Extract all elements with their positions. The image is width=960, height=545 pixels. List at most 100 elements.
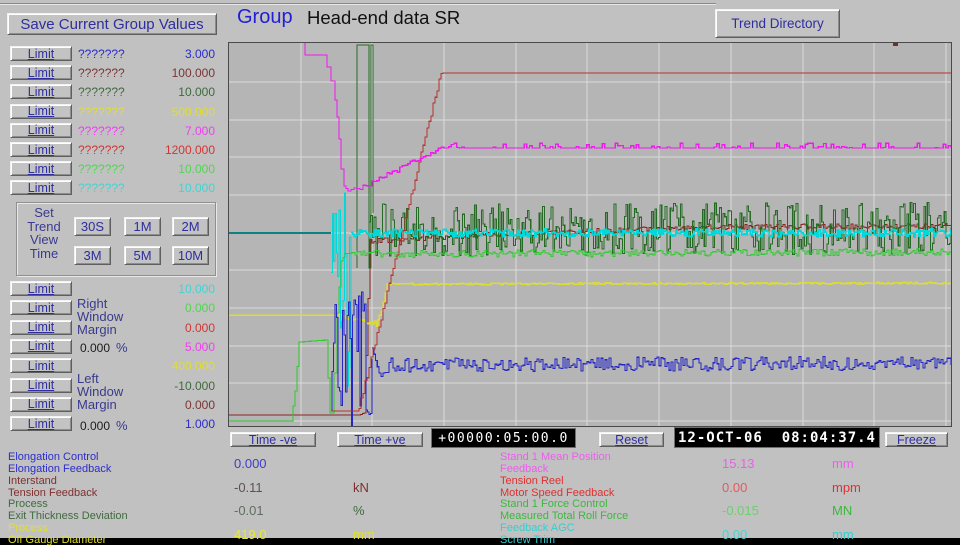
limit-value: 0.000	[118, 321, 215, 335]
reset-button[interactable]: Reset	[599, 432, 664, 447]
set-trend-view-time-line: Trend	[22, 220, 66, 234]
limit-value: 500.000	[118, 105, 215, 119]
legend-signal-name: Stand 1 Mean PositionFeedback	[500, 452, 611, 475]
legend-signal-name: Stand 1 Force ControlMeasured Total Roll…	[500, 499, 628, 522]
legend-line1: Feedback AGC	[500, 523, 575, 535]
limit-value: 10.000	[118, 181, 215, 195]
trend-view-time-button[interactable]: 3M	[74, 246, 111, 265]
limit-value: 10.000	[118, 85, 215, 99]
limit-button[interactable]: Limit	[10, 161, 72, 176]
legend-line1: Tension Reel	[500, 476, 614, 488]
limit-button[interactable]: Limit	[10, 180, 72, 195]
top-divider	[0, 3, 716, 5]
set-trend-view-time-line: Time	[22, 247, 66, 261]
limit-button[interactable]: Limit	[10, 104, 72, 119]
limit-value: -10.000	[118, 379, 215, 393]
legend-signal-name: ProcessExit Thickness Deviation	[8, 499, 128, 522]
legend-value: -0.01	[234, 503, 264, 518]
time-minus-button[interactable]: Time -ve	[230, 432, 316, 447]
legend-value: 15.13	[722, 456, 755, 471]
window-margin-label-line: Margin	[77, 398, 123, 411]
trend-chart[interactable]	[228, 42, 952, 427]
bottom-bar	[0, 538, 960, 545]
limit-button[interactable]: Limit	[10, 378, 72, 393]
limit-button[interactable]: Limit	[10, 142, 72, 157]
trend-view-time-button[interactable]: 30S	[74, 217, 111, 236]
legend-line2: Screw Trim	[500, 535, 575, 545]
legend-line1: Stand 1 Force Control	[500, 499, 628, 511]
trend-chart-svg	[229, 43, 951, 426]
limit-button[interactable]: Limit	[10, 281, 72, 296]
legend-line2: Off Gauge Diameter	[8, 535, 106, 545]
right-window-margin-label: RightWindowMargin	[77, 297, 123, 336]
legend-line1: Stand 1 Mean Position	[500, 452, 611, 464]
limit-button[interactable]: Limit	[10, 65, 72, 80]
limit-value: 1200.000	[118, 143, 215, 157]
trend-view-time-button[interactable]: 10M	[172, 246, 209, 265]
chart-top-marker	[893, 43, 898, 46]
set-trend-view-time-line: Set	[22, 206, 66, 220]
legend-unit: kN	[353, 480, 369, 495]
legend-unit: %	[353, 503, 365, 518]
legend-value: 419.0	[234, 527, 267, 542]
legend-line2: Exit Thickness Deviation	[8, 511, 128, 523]
legend-unit: mm	[832, 527, 854, 542]
set-trend-view-time-line: View	[22, 233, 66, 247]
limit-button[interactable]: Limit	[10, 320, 72, 335]
trend-display-window: Save Current Group Values Group Head-end…	[0, 0, 960, 545]
legend-signal-name: Elongation ControlElongation Feedback	[8, 452, 111, 475]
limit-value: 7.000	[118, 124, 215, 138]
legend-value: -0.11	[234, 480, 263, 495]
group-title: Head-end data SR	[307, 7, 460, 29]
window-margin-label-line: Margin	[77, 323, 123, 336]
limit-value: 0.000	[118, 398, 215, 412]
legend-signal-name: Feedback AGCScrew Trim	[500, 523, 575, 545]
legend-value: -0.015	[722, 503, 759, 518]
limit-value: 0.000	[118, 301, 215, 315]
save-group-values-button[interactable]: Save Current Group Values	[7, 13, 217, 35]
trace-elongation-control-elongation-feedback	[372, 348, 951, 377]
right-window-margin-value: 0.000	[80, 341, 110, 355]
left-window-margin-value: 0.000	[80, 419, 110, 433]
left-window-margin-label: LeftWindowMargin	[77, 372, 123, 411]
limit-button[interactable]: Limit	[10, 358, 72, 373]
legend-signal-name: InterstandTension Feedback	[8, 476, 97, 499]
legend-line1: Process	[8, 499, 128, 511]
group-label: Group	[237, 6, 293, 29]
set-trend-view-time-label: SetTrendViewTime	[22, 206, 66, 261]
trend-view-time-button[interactable]: 5M	[124, 246, 161, 265]
limit-button[interactable]: Limit	[10, 123, 72, 138]
legend-value: 0.000	[234, 456, 267, 471]
legend-line2: Elongation Feedback	[8, 464, 111, 476]
limit-button[interactable]: Limit	[10, 84, 72, 99]
trend-view-time-button[interactable]: 1M	[124, 217, 161, 236]
legend-value: 0.00	[722, 480, 747, 495]
trend-view-time-button[interactable]: 2M	[172, 217, 209, 236]
legend-value: 0.00	[722, 527, 747, 542]
legend-unit: mm	[832, 456, 854, 471]
legend-line1: Elongation Control	[8, 452, 111, 464]
legend-line1: Interstand	[8, 476, 97, 488]
legend-unit: mpm	[832, 480, 861, 495]
limit-button[interactable]: Limit	[10, 416, 72, 431]
limit-value: 400.000	[118, 359, 215, 373]
limit-button[interactable]: Limit	[10, 300, 72, 315]
legend-signal-name: Tension ReelMotor Speed Feedback	[500, 476, 614, 499]
freeze-button[interactable]: Freeze	[885, 432, 948, 447]
trend-directory-button[interactable]: Trend Directory	[715, 9, 840, 38]
limit-button[interactable]: Limit	[10, 339, 72, 354]
limit-value: 3.000	[118, 47, 215, 61]
limit-value: 10.000	[118, 282, 215, 296]
legend-signal-name: ProcessOff Gauge Diameter	[8, 523, 106, 545]
limit-value: 10.000	[118, 162, 215, 176]
time-plus-button[interactable]: Time +ve	[337, 432, 423, 447]
limit-value: 100.000	[118, 66, 215, 80]
limit-button[interactable]: Limit	[10, 397, 72, 412]
datetime-display: 12-OCT-06 08:04:37.4	[674, 427, 880, 448]
legend-unit: MN	[832, 503, 852, 518]
limit-value: 1.000	[118, 417, 215, 431]
trace-stand-1-mean-position-feedback	[305, 43, 951, 191]
legend-line2: Feedback	[500, 464, 611, 476]
elapsed-time-display: +00000:05:00.0	[431, 428, 576, 448]
limit-button[interactable]: Limit	[10, 46, 72, 61]
